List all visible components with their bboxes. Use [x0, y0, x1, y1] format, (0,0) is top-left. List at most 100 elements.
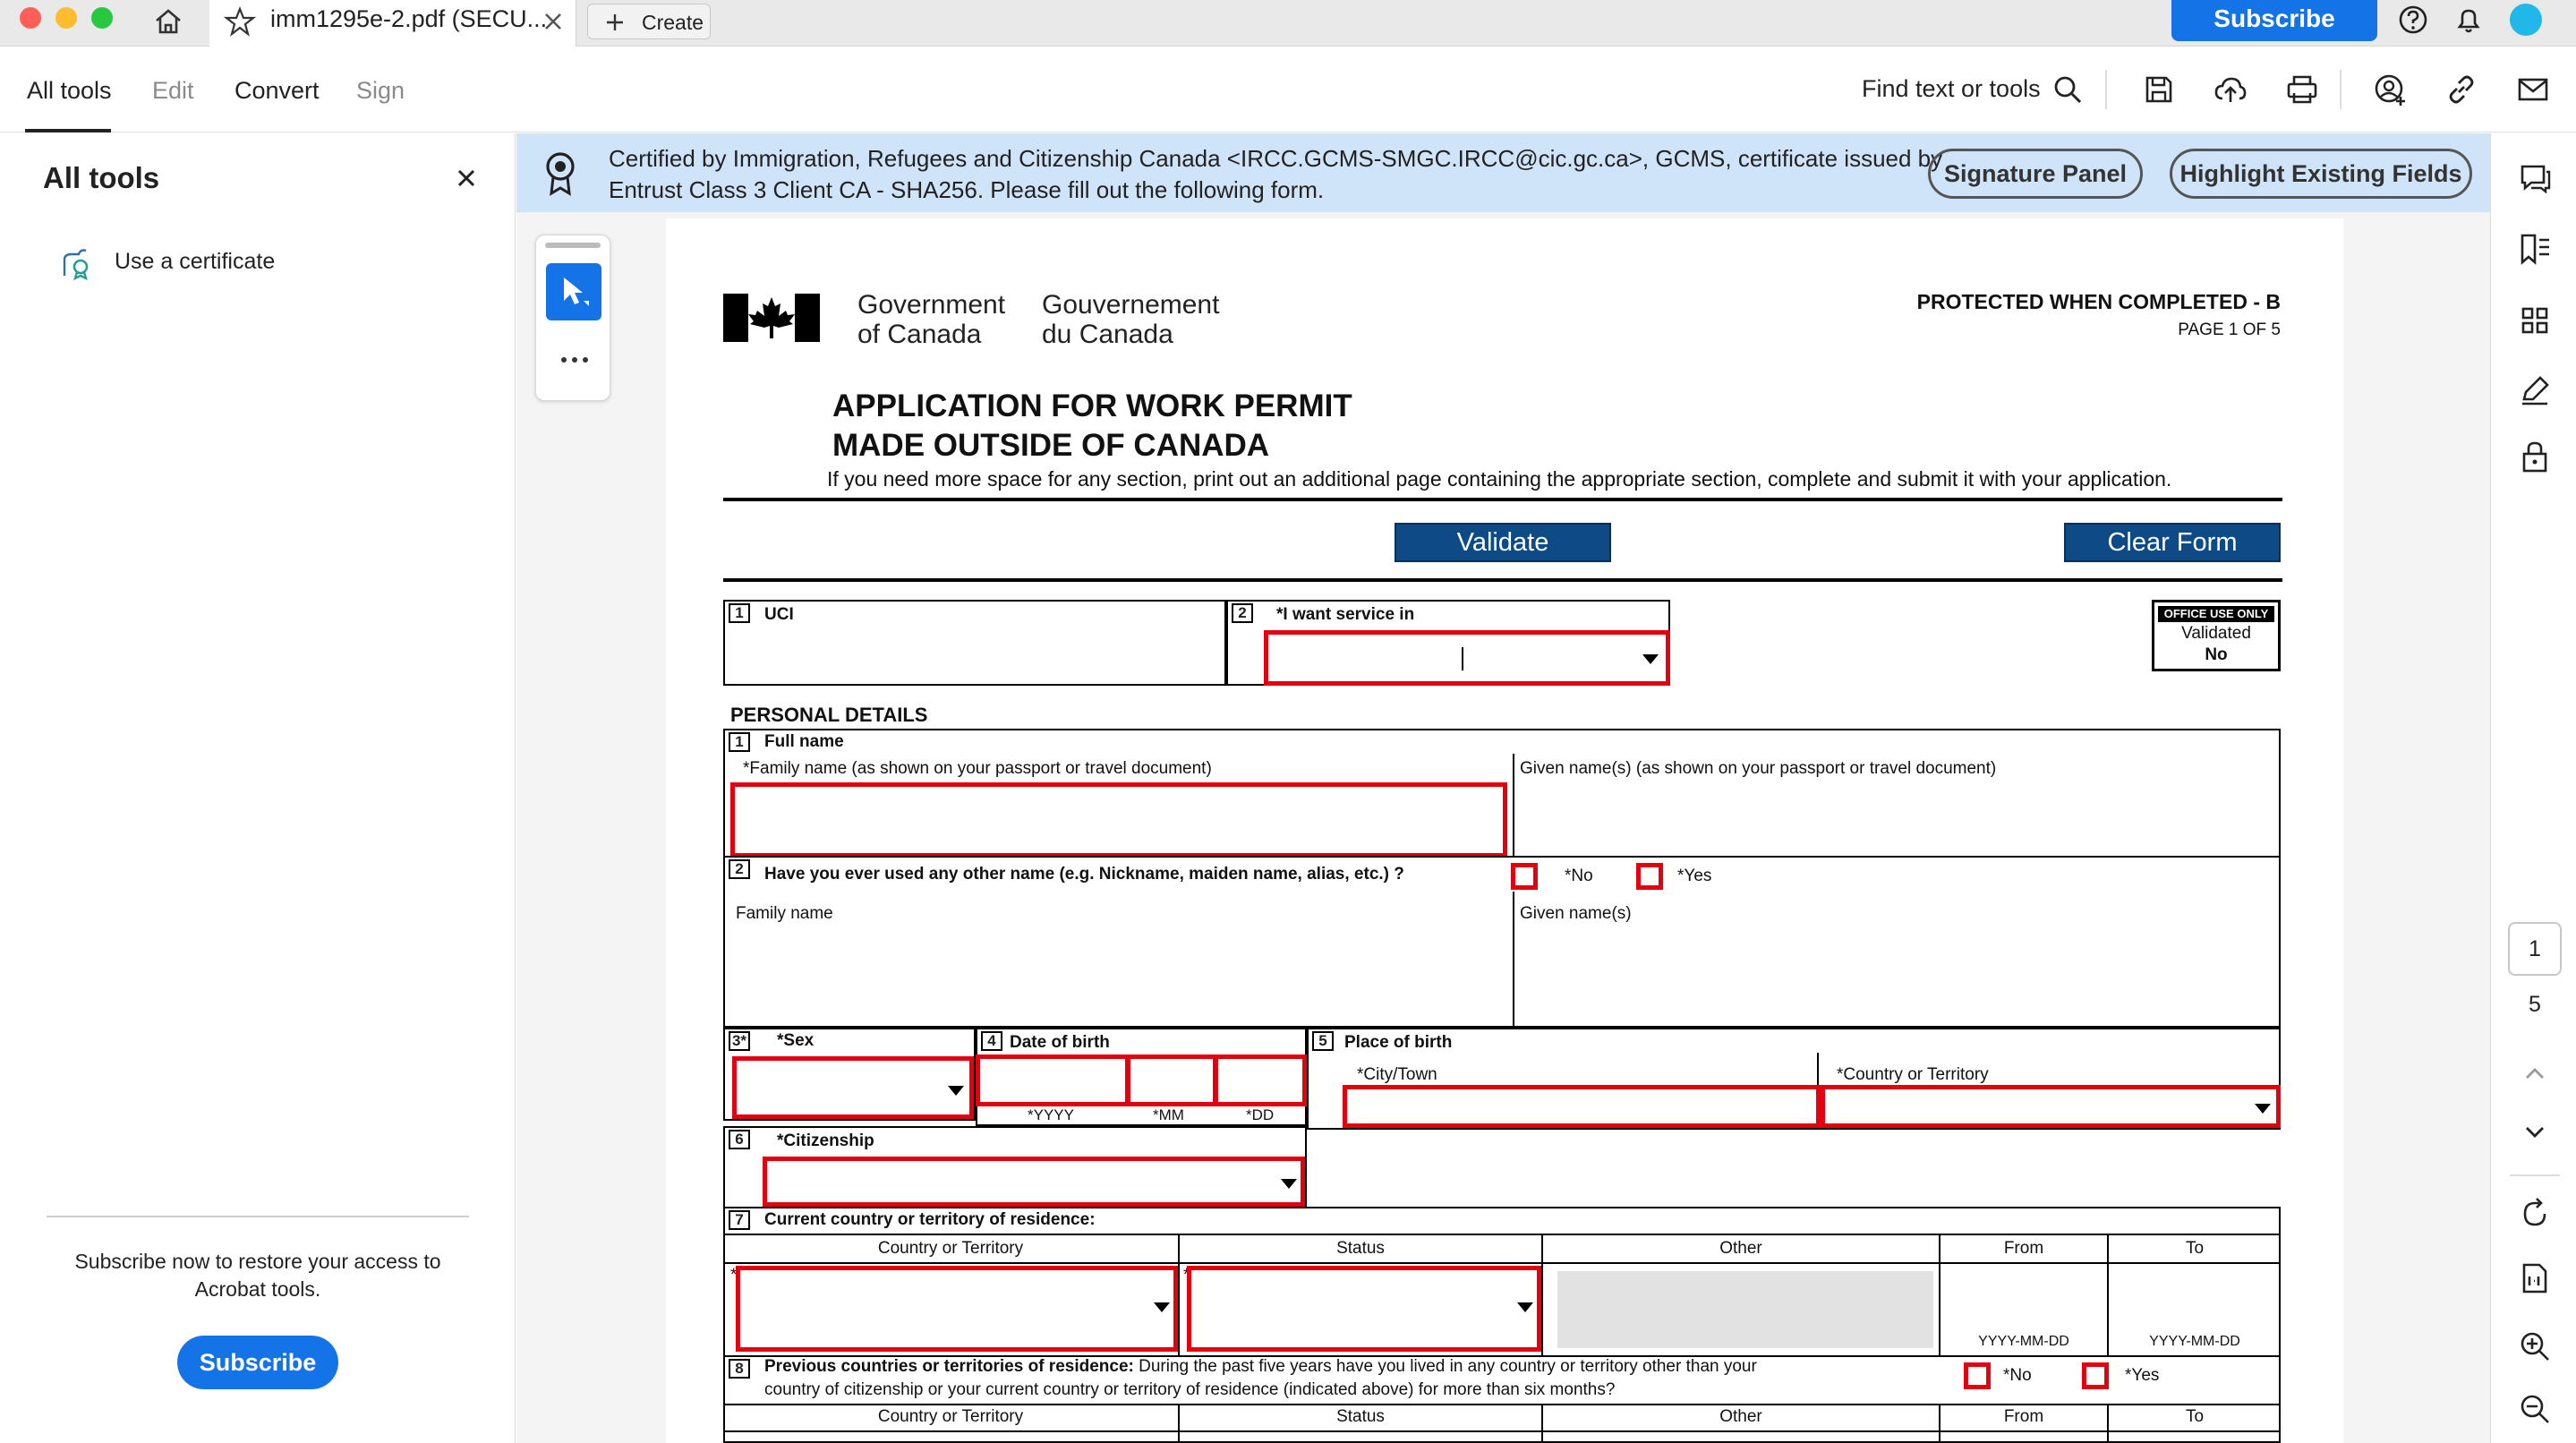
zoom-window-button[interactable]: [91, 7, 113, 29]
actual-size-icon[interactable]: [2517, 1260, 2553, 1296]
previous-residence-label: Previous countries or territories of res…: [764, 1357, 1134, 1376]
email-icon[interactable]: [2515, 72, 2551, 107]
use-certificate-item[interactable]: Use a certificate: [115, 249, 275, 275]
birth-year-input[interactable]: [976, 1054, 1130, 1106]
menu-all-tools[interactable]: All tools: [27, 77, 112, 105]
close-panel-icon[interactable]: [453, 165, 480, 192]
sex-select[interactable]: [732, 1056, 974, 1119]
drag-handle[interactable]: [545, 243, 601, 248]
dropdown-arrow-icon: [1154, 1302, 1170, 1312]
upload-cloud-icon[interactable]: [2213, 72, 2248, 107]
full-name-divider: [1513, 754, 1514, 858]
left-panel: [0, 133, 516, 1443]
print-icon[interactable]: [2284, 72, 2320, 107]
residence-header-rule: [723, 1234, 2281, 1235]
p3-number: 3*: [729, 1031, 750, 1051]
search-icon[interactable]: [2050, 72, 2086, 107]
other-name-no-checkbox[interactable]: [1511, 863, 1538, 890]
gov-en-line-2: of Canada: [857, 320, 982, 349]
family-name-input[interactable]: [730, 782, 1507, 858]
zoom-in-icon[interactable]: [2517, 1328, 2553, 1364]
col-other-header: Other: [1719, 1239, 1762, 1258]
next-page-chevron-down-icon[interactable]: [2517, 1114, 2553, 1149]
office-use-label: OFFICE USE ONLY: [2158, 606, 2274, 622]
other-name-yes-checkbox[interactable]: [1636, 863, 1663, 890]
previous-residence-yes-checkbox[interactable]: [2082, 1362, 2109, 1389]
prev-col-status-header: Status: [1336, 1407, 1385, 1426]
col-status-header: Status: [1336, 1239, 1385, 1258]
fill-sign-pen-icon[interactable]: [2517, 372, 2553, 408]
certification-message: Certified by Immigration, Refugees and C…: [609, 143, 1942, 206]
page-indicator: PAGE 1 OF 5: [2178, 320, 2281, 339]
star-icon[interactable]: [224, 5, 256, 38]
p1-number: 1: [729, 732, 750, 752]
document-tab[interactable]: imm1295e-2.pdf (SECU...: [209, 0, 576, 47]
select-tool-button[interactable]: [546, 263, 601, 320]
previous-residence-header-rule: [723, 1404, 2281, 1405]
family-name-label: *Family name (as shown on your passport …: [743, 759, 1212, 778]
birth-city-input[interactable]: [1343, 1085, 1821, 1128]
close-tab-icon[interactable]: [539, 7, 567, 36]
citizenship-select[interactable]: [763, 1157, 1305, 1207]
previous-residence-no-checkbox[interactable]: [1964, 1362, 1991, 1389]
previous-page-chevron-up-icon[interactable]: [2517, 1056, 2553, 1092]
birth-day-input[interactable]: [1214, 1054, 1307, 1106]
previous-residence-question: Previous countries or territories of res…: [764, 1355, 1757, 1402]
p6-number: 6: [729, 1130, 750, 1149]
minimize-window-button[interactable]: [55, 7, 77, 29]
dropdown-arrow-icon: [1517, 1302, 1533, 1312]
p8-number: 8: [729, 1359, 750, 1379]
more-options-icon[interactable]: [557, 351, 593, 369]
share-user-icon[interactable]: [2372, 72, 2408, 107]
bell-icon[interactable]: [2451, 2, 2486, 38]
find-text-label[interactable]: Find text or tools: [1862, 75, 2041, 103]
protected-label: PROTECTED WHEN COMPLETED - B: [1916, 290, 2281, 313]
citizenship-label: *Citizenship: [777, 1131, 874, 1150]
save-icon[interactable]: [2141, 72, 2177, 107]
rotate-icon[interactable]: [2517, 1196, 2553, 1232]
gov-fr-line-2: du Canada: [1042, 320, 1173, 349]
avatar[interactable]: [2510, 4, 2542, 36]
signature-panel-button[interactable]: Signature Panel: [1928, 149, 2143, 199]
service-language-select[interactable]: [1264, 630, 1670, 686]
restore-access-text: Subscribe now to restore your access to …: [74, 1250, 441, 1301]
subscribe-button[interactable]: Subscribe: [177, 1336, 338, 1389]
create-button[interactable]: Create: [587, 4, 711, 39]
residence-other-input[interactable]: [1557, 1271, 1933, 1348]
residence-status-select[interactable]: [1187, 1266, 1541, 1352]
protect-lock-icon[interactable]: [2517, 439, 2553, 474]
residence-subheader-rule: [723, 1262, 2281, 1264]
highlight-fields-button[interactable]: Highlight Existing Fields: [2170, 149, 2472, 199]
menu-edit[interactable]: Edit: [152, 77, 194, 105]
prev-subheader-rule: [723, 1430, 2281, 1432]
clear-form-button[interactable]: Clear Form: [2064, 523, 2281, 562]
q2-number: 2: [1232, 603, 1253, 623]
home-icon[interactable]: [152, 5, 184, 38]
comment-icon[interactable]: [2517, 159, 2553, 195]
uci-box: [723, 600, 1226, 686]
certificate-icon: [59, 245, 95, 281]
col-to-header: To: [2185, 1239, 2205, 1258]
close-window-button[interactable]: [20, 7, 41, 29]
residence-country-select[interactable]: [736, 1266, 1178, 1352]
place-of-birth-label: Place of birth: [1344, 1033, 1453, 1052]
menu-convert[interactable]: Convert: [235, 77, 320, 105]
menu-sign[interactable]: Sign: [356, 77, 405, 105]
current-page-input[interactable]: 1: [2508, 922, 2562, 976]
personal-details-heading: PERSONAL DETAILS: [730, 704, 928, 726]
birth-country-select[interactable]: [1821, 1085, 2281, 1128]
sex-label: *Sex: [777, 1031, 815, 1050]
subscribe-button-top[interactable]: Subscribe: [2171, 0, 2377, 41]
thumbnails-icon[interactable]: [2517, 303, 2553, 338]
date-of-birth-label: Date of birth: [1010, 1033, 1110, 1052]
help-icon[interactable]: [2395, 2, 2431, 38]
zoom-out-icon[interactable]: [2517, 1391, 2553, 1427]
dropdown-arrow-icon: [1281, 1179, 1297, 1189]
dropdown-arrow-icon: [2255, 1104, 2271, 1114]
validate-button[interactable]: Validate: [1395, 523, 1611, 562]
prev-col-country-header: Country or Territory: [877, 1407, 1024, 1426]
link-icon[interactable]: [2444, 72, 2479, 107]
office-use-box: OFFICE USE ONLY Validated No: [2152, 600, 2281, 671]
bookmark-icon[interactable]: [2517, 231, 2553, 267]
birth-month-input[interactable]: [1126, 1054, 1217, 1106]
